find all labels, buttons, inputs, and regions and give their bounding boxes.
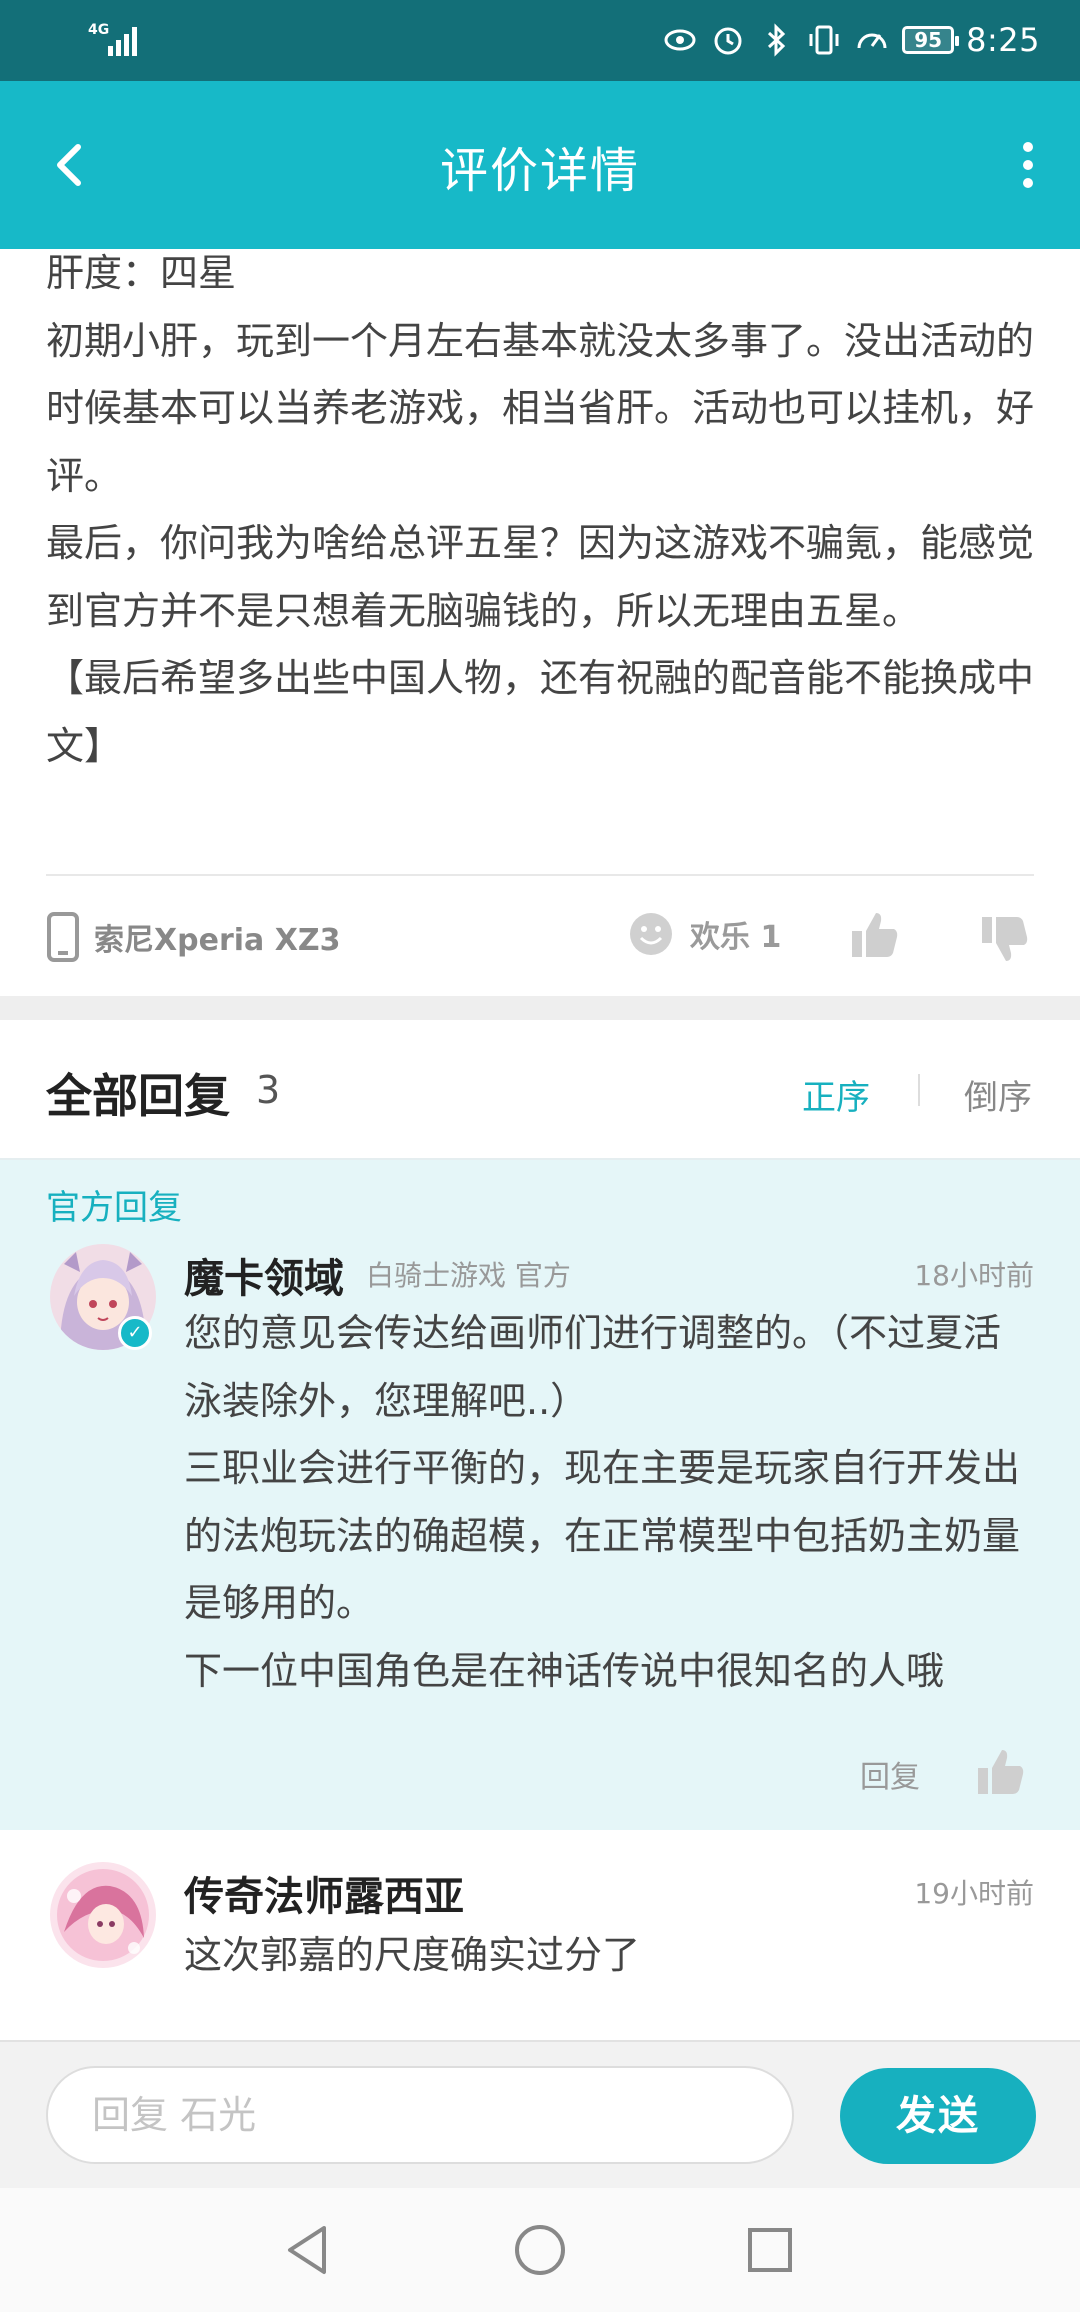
smile-icon — [630, 913, 672, 955]
review-paragraph: 肝度：四星 — [46, 251, 237, 295]
reply-body: 您的意见会传达给画师们进行调整的。（不过夏活泳装除外，您理解吧..） 三职业会进… — [184, 1300, 1034, 1705]
replies-title: 全部回复 — [46, 1069, 230, 1123]
divider — [46, 874, 1034, 876]
app-header: 评价详情 — [0, 81, 1080, 249]
bluetooth-icon — [768, 23, 786, 57]
review-paragraph: 【最后希望多出些中国人物，还有祝融的配音能不能换成中文】 — [46, 656, 1035, 768]
reply-item: 传奇法师露西亚 19小时前 这次郭嘉的尺度确实过分了 — [0, 1830, 1080, 2040]
sort-ascending-tab[interactable]: 正序 — [802, 1070, 870, 1119]
review-paragraph: 初期小肝，玩到一个月左右基本就没太多事了。没出活动的时候基本可以当养老游戏，相当… — [46, 318, 1035, 498]
thumbs-up-icon[interactable] — [846, 907, 902, 963]
reply-user-subtitle: 白骑士游戏 官方 — [366, 1259, 571, 1292]
page-title: 评价详情 — [439, 143, 640, 199]
reply-input[interactable] — [46, 2066, 794, 2164]
thumbs-down-icon[interactable] — [976, 911, 1032, 967]
speed-icon — [857, 33, 887, 49]
verified-badge-icon: ✓ — [118, 1316, 152, 1350]
battery-level: 95 — [914, 28, 943, 52]
replies-count: 3 — [256, 1068, 281, 1112]
device-name: 索尼Xperia XZ3 — [94, 923, 341, 958]
phone-icon — [47, 912, 79, 962]
reply-input-bar: 发送 — [0, 2040, 1080, 2188]
review-meta: 索尼Xperia XZ3 欢乐 1 — [46, 905, 1034, 971]
section-gap — [0, 996, 1080, 1020]
send-button[interactable]: 发送 — [840, 2068, 1036, 2164]
reply-paragraph: 下一位中国角色是在神话传说中很知名的人哦 — [184, 1648, 945, 1693]
official-tag: 官方回复 — [46, 1188, 182, 1228]
system-nav-bar — [0, 2188, 1080, 2312]
sort-separator — [918, 1074, 920, 1106]
reply-username[interactable]: 传奇法师露西亚 — [184, 1864, 464, 1922]
thumbs-up-icon[interactable] — [972, 1744, 1028, 1800]
sort-descending-tab[interactable]: 倒序 — [964, 1070, 1032, 1119]
reply-timestamp: 18小时前 — [914, 1259, 1034, 1292]
reaction-label: 欢乐 1 — [690, 920, 782, 955]
device-info: 索尼Xperia XZ3 — [46, 911, 340, 963]
alarm-icon — [714, 27, 742, 55]
clock: 8:25 — [966, 21, 1040, 59]
review-paragraph: 最后，你问我为啥给总评五星？因为这游戏不骗氪，能感觉到官方并不是只想着无脑骗钱的… — [46, 521, 1035, 633]
nav-recents-icon[interactable] — [738, 2218, 802, 2282]
reply-body: 这次郭嘉的尺度确实过分了 — [184, 1933, 641, 1977]
nav-home-icon[interactable] — [508, 2218, 572, 2282]
reply-paragraph: 您的意见会传达给画师们进行调整的。（不过夏活泳装除外，您理解吧..） — [184, 1311, 1002, 1423]
vibrate-icon — [809, 25, 839, 55]
reply-button[interactable]: 回复 — [860, 1752, 920, 1796]
nav-back-icon[interactable] — [276, 2218, 340, 2282]
review-text: 肝度：四星 初期小肝，玩到一个月左右基本就没太多事了。没出活动的时候基本可以当养… — [46, 240, 1036, 780]
battery-indicator: 95 — [902, 26, 960, 54]
reply-timestamp: 19小时前 — [914, 1877, 1034, 1910]
eye-icon — [664, 29, 696, 51]
official-reply: 官方回复 ✓ 魔卡领域 白骑士游戏 官方 18小时前 您的意见会传达给画师们进行… — [0, 1160, 1080, 1830]
reaction-button[interactable]: 欢乐 1 — [628, 911, 781, 957]
reply-username[interactable]: 魔卡领域 — [184, 1246, 344, 1304]
status-icons: 95 8:25 — [662, 18, 1040, 62]
status-bar: 4G 95 8:25 — [0, 0, 1080, 81]
reply-paragraph: 三职业会进行平衡的，现在主要是玩家自行开发出的法炮玩法的确超模，在正常模型中包括… — [184, 1446, 1021, 1625]
signal-icon: 4G — [88, 22, 148, 58]
replies-header: 全部回复 3 正序 倒序 — [46, 1060, 1034, 1130]
more-vertical-icon[interactable] — [996, 133, 1060, 197]
avatar[interactable] — [50, 1862, 156, 1968]
